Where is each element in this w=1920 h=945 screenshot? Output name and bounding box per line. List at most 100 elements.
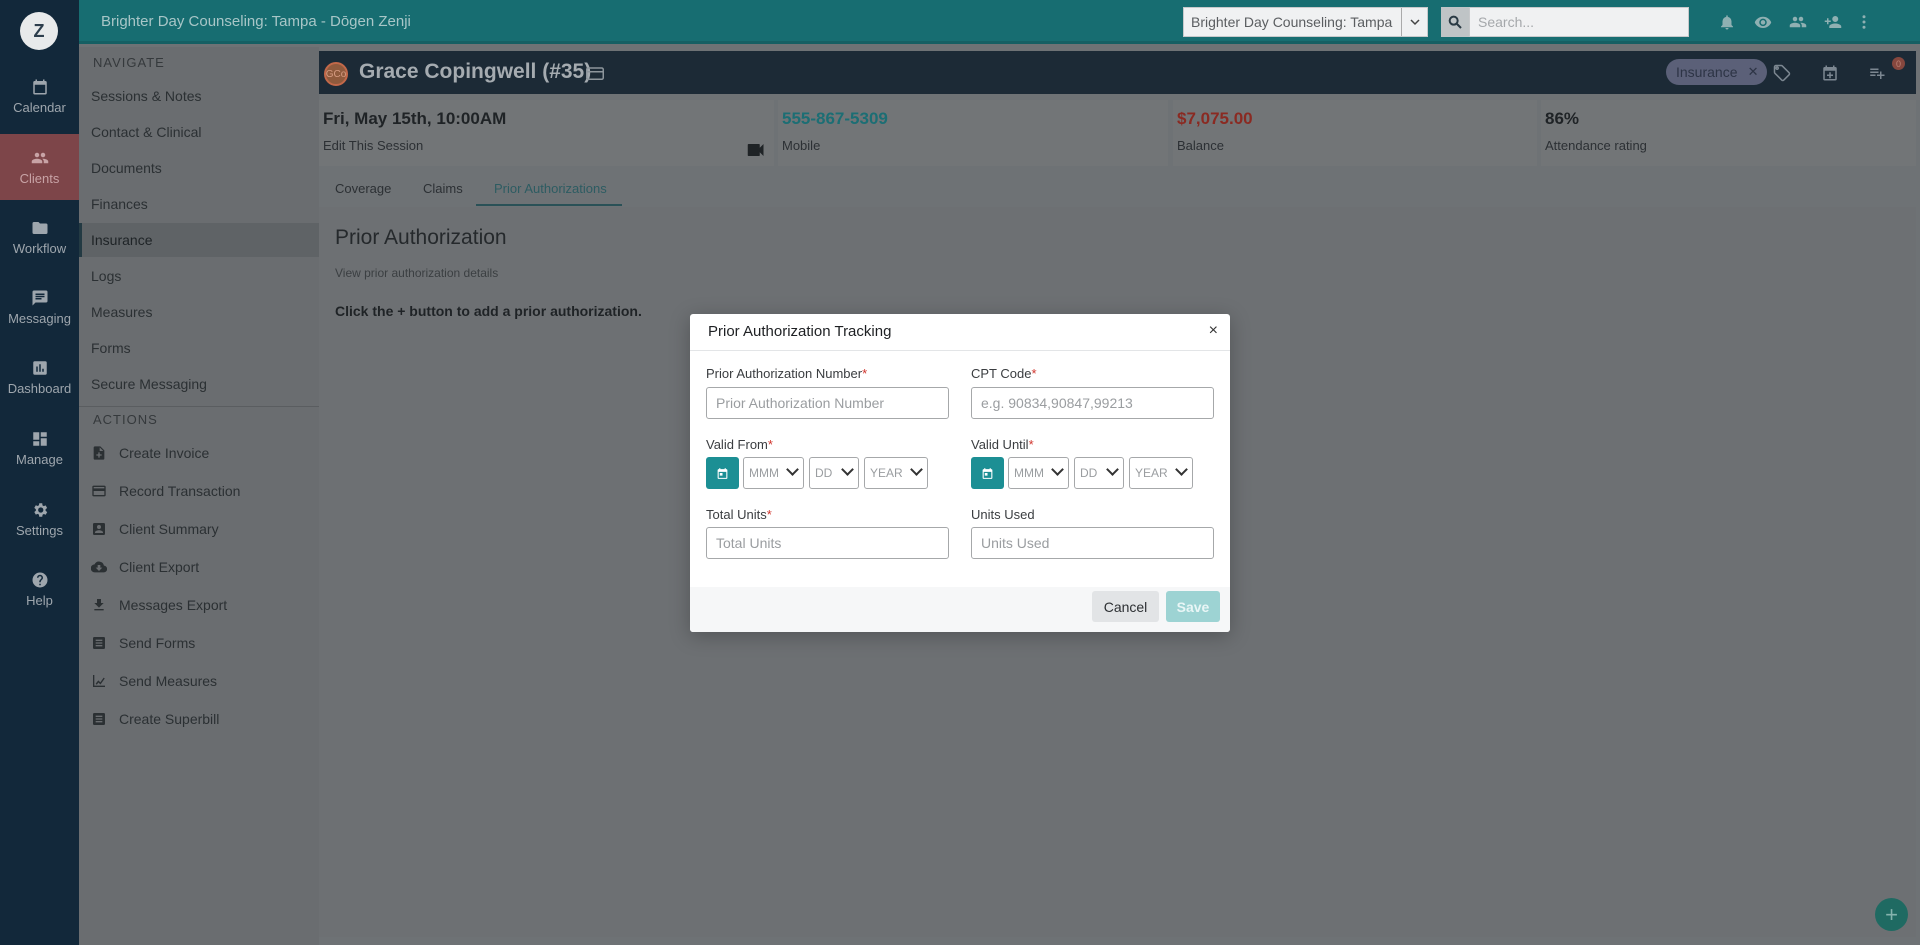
required-mark: * [767, 437, 773, 452]
valid-from-day-select[interactable]: DD [809, 457, 859, 489]
folder-icon [32, 221, 47, 234]
rail-item-calendar[interactable]: Calendar [0, 63, 79, 129]
rail-label-help: Help [26, 592, 53, 608]
rail-label-calendar: Calendar [13, 99, 66, 115]
valid-from-calendar-button[interactable] [706, 457, 739, 489]
rail-item-clients[interactable]: Clients [0, 134, 79, 200]
close-icon[interactable]: × [1209, 322, 1218, 340]
stat-value: 86% [1545, 109, 1580, 128]
rail-item-help[interactable]: Help [0, 556, 79, 622]
add-button[interactable]: + [1875, 898, 1908, 931]
units-used-input[interactable]: Units Used [971, 527, 1214, 559]
total-units-input[interactable]: Total Units [706, 527, 949, 559]
rail-label-manage: Manage [16, 451, 63, 467]
search-input[interactable]: Search... [1469, 7, 1689, 37]
group-icon[interactable] [1787, 12, 1809, 32]
rail-item-settings[interactable]: Settings [0, 486, 79, 552]
card-icon[interactable] [586, 66, 604, 85]
nav-item-contact-clinical[interactable]: Contact & Clinical [79, 115, 319, 149]
insurance-tag[interactable]: Insurance ✕ [1666, 59, 1768, 85]
rail-item-workflow[interactable]: Workflow [0, 204, 79, 270]
tag-icon[interactable] [1771, 62, 1793, 84]
rail-item-manage[interactable]: Manage [0, 415, 79, 481]
nav-item-secure-messaging[interactable]: Secure Messaging [79, 367, 319, 401]
required-mark: * [766, 507, 772, 522]
tab-coverage[interactable]: Coverage [335, 181, 391, 196]
clients-icon [31, 152, 48, 163]
notification-badge: 0 [1892, 57, 1905, 70]
video-icon [747, 144, 764, 156]
nav-item-logs[interactable]: Logs [79, 259, 319, 293]
calendar-icon [717, 467, 728, 479]
rail-item-messaging[interactable]: Messaging [0, 274, 79, 340]
units-used-label: Units Used [971, 507, 1035, 522]
left-rail: Z Calendar Clients Workflow Messaging Da… [0, 0, 79, 945]
action-record-transaction[interactable]: Record Transaction [91, 479, 240, 503]
add-person-icon[interactable] [1822, 12, 1844, 32]
valid-until-year-select[interactable]: YEAR [1129, 457, 1193, 489]
nav-item-measures[interactable]: Measures [79, 295, 319, 329]
page-title: Prior Authorization [335, 226, 507, 249]
close-icon[interactable]: ✕ [1748, 64, 1759, 80]
nav-item-forms[interactable]: Forms [79, 331, 319, 365]
add-event-icon[interactable] [1819, 62, 1841, 84]
practice-select[interactable]: Brighter Day Counseling: Tampa [1183, 7, 1428, 37]
credit-card-icon [92, 485, 106, 497]
select-value: MMM [749, 466, 779, 480]
eye-icon[interactable] [1752, 12, 1774, 32]
client-nav: NAVIGATE Sessions & Notes Contact & Clin… [79, 47, 319, 945]
nav-item-documents[interactable]: Documents [79, 151, 319, 185]
total-units-label: Total Units* [706, 507, 772, 522]
top-bar: Brighter Day Counseling: Tampa - Dōgen Z… [79, 0, 1920, 44]
action-messages-export[interactable]: Messages Export [91, 593, 227, 617]
action-create-superbill[interactable]: Create Superbill [91, 707, 219, 731]
nav-item-sessions-notes[interactable]: Sessions & Notes [79, 79, 319, 113]
calendar-icon [32, 79, 47, 94]
valid-until-day-select[interactable]: DD [1074, 457, 1124, 489]
app-logo[interactable]: Z [20, 12, 58, 50]
stat-phone[interactable]: 555-867-5309 Mobile [778, 100, 1168, 166]
stat-label: Edit This Session [323, 138, 424, 153]
active-tab-indicator [476, 204, 622, 206]
nav-item-finances[interactable]: Finances [79, 187, 319, 221]
label-text: Total Units [706, 507, 767, 522]
valid-from-month-select[interactable]: MMM [743, 457, 804, 489]
chevron-down-icon [910, 463, 923, 476]
tab-claims[interactable]: Claims [423, 181, 463, 196]
action-send-forms[interactable]: Send Forms [91, 631, 195, 655]
save-button[interactable]: Save [1166, 591, 1220, 622]
label-text: Valid From [706, 437, 768, 452]
stat-attendance[interactable]: 86% Attendance rating [1541, 100, 1916, 166]
chevron-down-icon [1175, 463, 1188, 476]
pa-number-input[interactable]: Prior Authorization Number [706, 387, 949, 419]
page-subtitle: View prior authorization details [335, 266, 499, 280]
action-send-measures[interactable]: Send Measures [91, 669, 217, 693]
action-client-export[interactable]: Client Export [91, 555, 199, 579]
pa-number-label: Prior Authorization Number* [706, 366, 867, 381]
tab-prior-authorizations[interactable]: Prior Authorizations [494, 181, 607, 196]
required-mark: * [862, 366, 868, 381]
nav-item-insurance[interactable]: Insurance [79, 223, 319, 257]
bell-icon[interactable] [1716, 12, 1738, 32]
more-vert-icon[interactable] [1853, 12, 1875, 32]
valid-until-calendar-button[interactable] [971, 457, 1004, 489]
prior-authorization-modal: Prior Authorization Tracking × Prior Aut… [690, 314, 1230, 632]
avatar[interactable]: GCo [324, 62, 348, 86]
stat-session[interactable]: Fri, May 15th, 10:00AM Edit This Session [319, 100, 774, 166]
valid-until-month-select[interactable]: MMM [1008, 457, 1069, 489]
empty-message: Click the + button to add a prior author… [335, 303, 642, 319]
rail-item-dashboard[interactable]: Dashboard [0, 344, 79, 410]
valid-until-label: Valid Until* [971, 437, 1034, 452]
playlist-add-icon[interactable] [1866, 62, 1888, 84]
stat-balance[interactable]: $7,075.00 Balance [1173, 100, 1537, 166]
search-button[interactable] [1441, 7, 1469, 37]
cancel-button[interactable]: Cancel [1092, 591, 1159, 622]
chevron-down-icon [786, 463, 799, 476]
stat-label: Mobile [782, 138, 821, 153]
cpt-code-input[interactable]: e.g. 90834,90847,99213 [971, 387, 1214, 419]
modal-header: Prior Authorization Tracking × [690, 314, 1230, 351]
valid-from-year-select[interactable]: YEAR [864, 457, 928, 489]
download-icon [94, 599, 104, 611]
action-client-summary[interactable]: Client Summary [91, 517, 219, 541]
action-create-invoice[interactable]: Create Invoice [91, 441, 209, 465]
